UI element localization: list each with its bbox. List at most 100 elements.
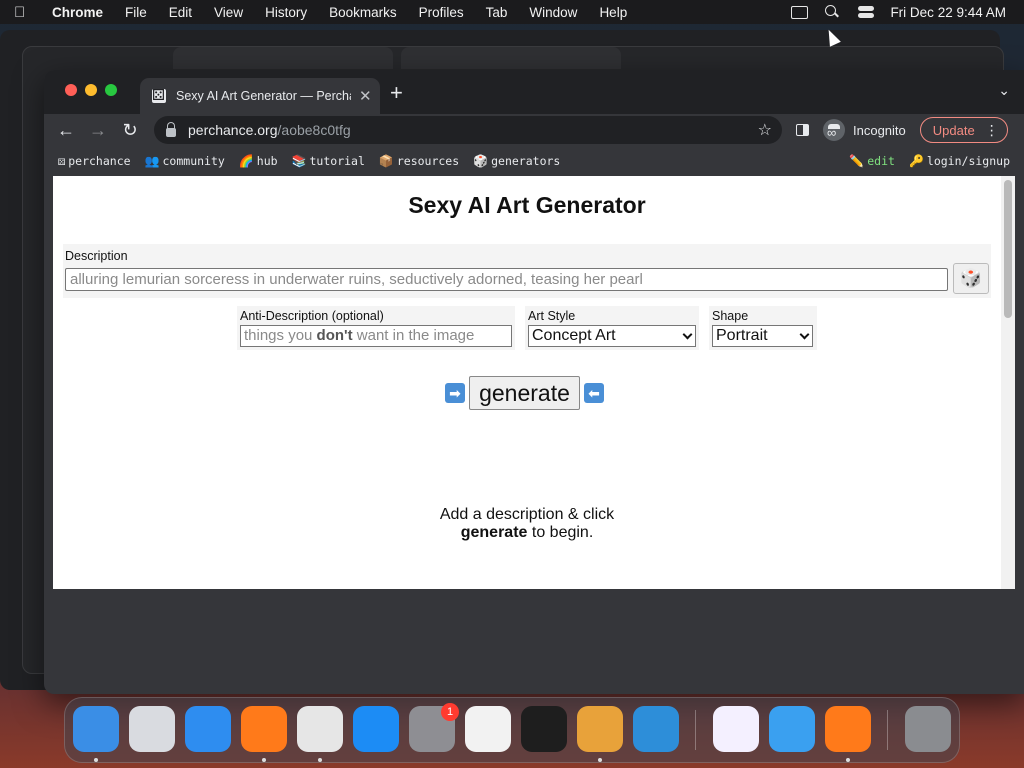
generate-button[interactable]: generate [469,376,580,410]
menu-view[interactable]: View [214,5,243,20]
bookmark-perchance[interactable]: ⚄ perchance [58,154,131,168]
anti-placeholder-bold: don't [316,327,353,344]
chrome-icon[interactable] [297,706,343,752]
perchance-dice-icon: ⚄ [58,154,66,168]
lock-icon[interactable] [166,121,176,137]
bookmark-tutorial[interactable]: 📚 tutorial [292,154,365,168]
terminal-icon[interactable] [521,706,567,752]
firefox-developer-icon[interactable] [825,706,871,752]
apple-icon[interactable]:  [14,4,40,21]
edit-label: edit [867,154,895,168]
more-menu-icon[interactable]: ⋮ [985,122,999,139]
menu-history[interactable]: History [265,5,307,20]
firefox-icon[interactable] [241,706,287,752]
close-tab-icon[interactable]: ✕ [359,87,372,105]
dock-separator [887,710,888,750]
minimize-window-button[interactable] [85,84,97,96]
browser-toolbar: ← → ↻ perchance.org/aobe8c0tfg ☆ Incogni… [44,114,1024,146]
art-style-label: Art Style [528,309,576,323]
art-style-value: Concept Art [532,327,616,344]
hint-line-2: generate to begin. [53,524,1001,542]
running-indicator [318,758,322,762]
bookmark-label: community [162,154,225,168]
menu-edit[interactable]: Edit [169,5,192,20]
page-title: Sexy AI Art Generator [408,192,646,218]
page-scrollbar[interactable] [1001,176,1015,589]
visual-studio-icon[interactable] [713,706,759,752]
incognito-indicator[interactable]: Incognito [823,119,906,141]
forward-arrow-icon[interactable]: → [82,120,114,141]
finder-icon[interactable] [73,706,119,752]
side-panel-icon[interactable] [796,124,809,136]
shape-select[interactable]: Portrait [712,325,813,347]
menu-bar:  Chrome File Edit View History Bookmark… [0,0,1024,24]
people-icon: 👥 [144,154,160,168]
anti-description-input[interactable]: things you don't want in the image [240,325,512,347]
bookmark-resources[interactable]: 📦 resources [379,154,459,168]
menu-bookmarks[interactable]: Bookmarks [329,5,397,20]
description-input[interactable]: alluring lemurian sorceress in underwate… [65,268,948,291]
incognito-icon [823,119,845,141]
perchance-favicon-icon [152,86,166,104]
edit-link[interactable]: ✏️ edit [849,154,895,168]
running-indicator [262,758,266,762]
anti-description-panel: Anti-Description (optional) things you d… [237,306,515,350]
art-style-panel: Art Style Concept Art [525,306,699,350]
books-icon: 📚 [291,154,307,168]
background-tab[interactable] [401,47,621,69]
chevron-down-icon [799,329,810,340]
menu-profiles[interactable]: Profiles [419,5,464,20]
spotlight-search-icon[interactable] [824,5,842,19]
bookmark-label: resources [396,154,460,168]
address-bar[interactable]: perchance.org/aobe8c0tfg ☆ [154,116,782,144]
control-center-icon[interactable] [858,6,875,18]
url-host: perchance.org [188,122,278,138]
menu-tab[interactable]: Tab [486,5,508,20]
instructions-text: Add a description & click generate to be… [53,506,1001,542]
garageband-icon[interactable] [577,706,623,752]
background-tab[interactable] [173,47,393,69]
weather-icon[interactable] [769,706,815,752]
shape-label: Shape [712,309,749,323]
screen-mirroring-icon[interactable] [791,5,809,19]
scrollbar-thumb[interactable] [1004,180,1012,318]
back-arrow-icon[interactable]: ← [50,120,82,141]
login-signup-link[interactable]: 🔑 login/signup [909,154,1010,168]
chrome-window: Sexy AI Art Generator — Perchance ✕ + ⌄ … [44,70,1024,694]
bookmark-label: generators [491,154,561,168]
chevron-down-icon [682,329,693,340]
fullscreen-window-button[interactable] [105,84,117,96]
reload-icon[interactable]: ↻ [114,120,146,141]
hint-after: to begin. [527,524,594,541]
bookmark-hub[interactable]: 🌈 hub [239,154,278,168]
page-viewport: Sexy AI Art Generator Description alluri… [53,176,1015,589]
menu-file[interactable]: File [125,5,147,20]
vscode-icon[interactable] [633,706,679,752]
menu-window[interactable]: Window [529,5,577,20]
tab-active[interactable]: Sexy AI Art Generator — Perchance ✕ [140,78,380,114]
close-window-button[interactable] [65,84,77,96]
art-style-select[interactable]: Concept Art [528,325,696,347]
bookmark-star-icon[interactable]: ☆ [758,120,772,140]
anti-placeholder-before: things you [244,327,317,344]
shape-panel: Shape Portrait [709,306,817,350]
randomize-dice-button[interactable]: 🎲 [953,263,989,294]
menu-clock[interactable]: Fri Dec 22 9:44 AM [890,5,1006,20]
running-indicator [598,758,602,762]
bookmark-generators[interactable]: 🎲 generators [473,154,560,168]
description-panel: Description alluring lemurian sorceress … [63,244,991,298]
description-label: Description [65,249,128,263]
textedit-icon[interactable] [465,706,511,752]
menu-app-name[interactable]: Chrome [52,5,103,20]
safari-icon[interactable] [185,706,231,752]
app-store-icon[interactable] [353,706,399,752]
tab-search-chevron-icon[interactable]: ⌄ [998,82,1010,99]
trash-icon[interactable] [905,706,951,752]
bookmark-community[interactable]: 👥 community [145,154,225,168]
menu-help[interactable]: Help [599,5,627,20]
new-tab-icon[interactable]: + [390,80,403,106]
running-indicator [94,758,98,762]
launchpad-icon[interactable] [129,706,175,752]
bookmark-label: perchance [68,154,131,168]
update-button[interactable]: Update ⋮ [919,117,1008,143]
